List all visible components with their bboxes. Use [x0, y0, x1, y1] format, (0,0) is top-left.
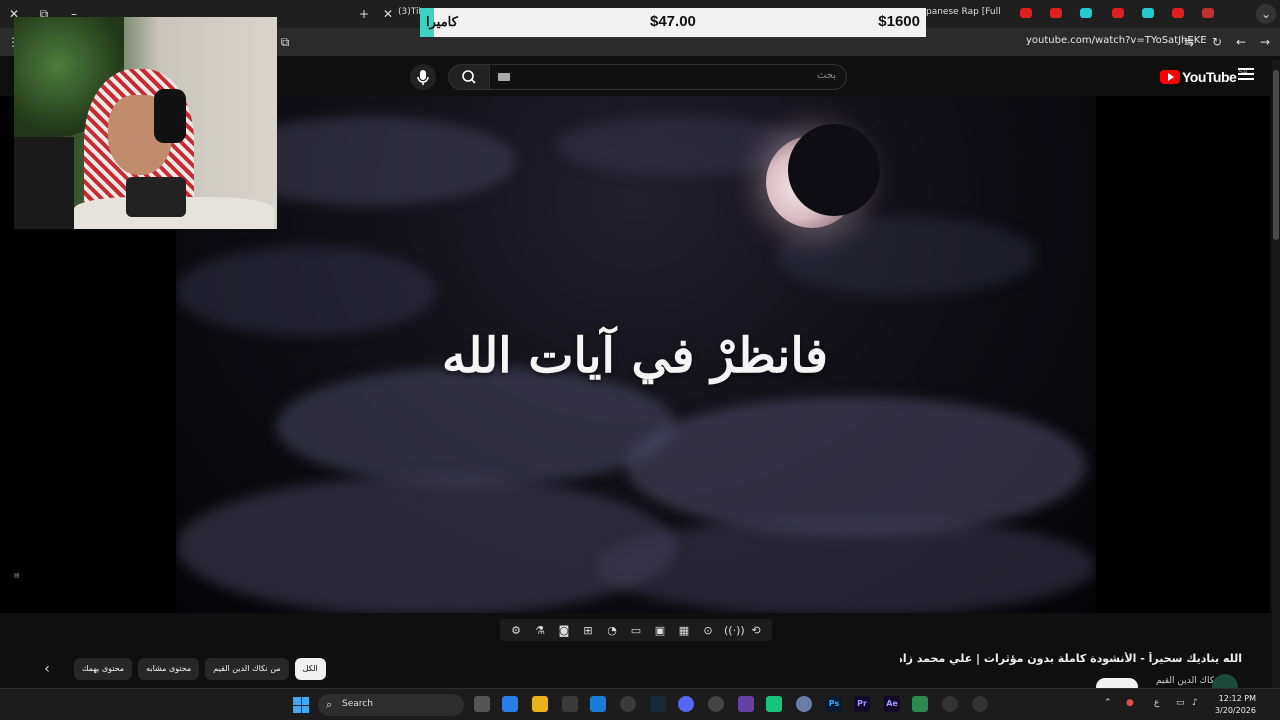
after-effects-icon[interactable]: Ae	[884, 696, 900, 712]
system-clock[interactable]: 12:12 PM 3/20/2026	[1208, 693, 1256, 717]
taskbar-search-label: Search	[342, 699, 373, 709]
webcam-overlay	[14, 17, 277, 229]
windows-start-icon[interactable]	[293, 697, 309, 713]
back-icon[interactable]: ←	[1232, 33, 1250, 51]
video-title: الله يناديك سحيراً - الأنشودة كاملة بدون…	[900, 652, 1242, 665]
youtube-wordmark: YouTube	[1182, 69, 1237, 85]
moon-shadow	[788, 124, 880, 216]
tab-japanese-rap[interactable]: panese Rap [Full	[926, 7, 1010, 17]
steam-icon[interactable]	[650, 696, 666, 712]
search-placeholder: بحث	[816, 70, 836, 81]
settings-icon[interactable]: ⚙	[508, 624, 524, 637]
picture-in-picture-icon[interactable]: ▣	[652, 624, 668, 637]
app-tab-icon[interactable]	[1142, 8, 1154, 18]
mic-tray-icon[interactable]: ●	[1126, 698, 1134, 708]
clock-time: 12:12 PM	[1218, 694, 1256, 703]
add-frame-icon[interactable]: ⊞	[580, 624, 596, 637]
voice-search-button[interactable]	[410, 64, 436, 90]
taskbar-search[interactable]: ⌕ Search	[318, 694, 464, 716]
goal-target-amount: $1600	[878, 13, 920, 30]
clapper-icon[interactable]: ▦	[676, 624, 692, 637]
search-button[interactable]	[448, 64, 490, 90]
file-explorer-icon[interactable]	[532, 696, 548, 712]
chevron-left-icon[interactable]: ‹	[40, 658, 54, 680]
discord-icon[interactable]	[678, 696, 694, 712]
premiere-icon[interactable]: Pr	[854, 696, 870, 712]
record-icon[interactable]: ⊙	[700, 624, 716, 637]
youtube-tab-icon[interactable]	[1112, 8, 1124, 18]
search-icon: ⌕	[326, 698, 333, 711]
app-icon[interactable]	[796, 696, 812, 712]
youtube-tab-icon[interactable]	[1172, 8, 1184, 18]
related-filter-chips: ‹ محتوى يهمك محتوى مشابه من نكاك الدين ا…	[40, 658, 326, 680]
app-tab-icon[interactable]	[1080, 8, 1092, 18]
m365-icon[interactable]	[502, 696, 518, 712]
volume-icon[interactable]: ♪	[1192, 698, 1198, 708]
page-scrollbar[interactable]	[1272, 60, 1280, 688]
search-input[interactable]: بحث	[489, 64, 847, 90]
video-caption: فانظرْ في آيات الله	[442, 328, 828, 384]
tab-search-icon[interactable]: ⌄	[1256, 4, 1276, 24]
input-language[interactable]: ع	[1154, 698, 1159, 708]
camera-icon[interactable]: ◙	[556, 624, 572, 637]
screenshot-icon[interactable]: ⧉	[276, 33, 294, 51]
menu-icon[interactable]	[1238, 68, 1254, 82]
windows-taskbar: ⌕ Search Ps Pr Ae ⌃ ● ع ▭ ♪ 12:12 PM 3/2…	[0, 688, 1280, 720]
chip-all[interactable]: الكل	[294, 658, 326, 680]
broadcast-icon[interactable]: ((·))	[724, 624, 745, 637]
search-icon	[462, 70, 476, 84]
speed-icon[interactable]: ◔	[604, 624, 620, 637]
photoshop-icon[interactable]: Ps	[826, 696, 842, 712]
youtube-play-icon	[1160, 70, 1180, 84]
keyboard-icon[interactable]	[498, 73, 510, 81]
chip-from-channel[interactable]: من نكاك الدين القيم	[205, 658, 289, 680]
channel-watermark: ▤	[14, 572, 20, 579]
youtube-tab-icon[interactable]	[1020, 8, 1032, 18]
reload-icon[interactable]: ↻	[1208, 33, 1226, 51]
network-icon[interactable]: ▭	[1176, 698, 1185, 708]
microsoft-store-icon[interactable]	[562, 696, 578, 712]
clock-date: 3/20/2026	[1214, 706, 1256, 715]
tab-tiktok[interactable]: (3)Tik	[398, 7, 420, 17]
clock-app-icon[interactable]	[942, 696, 958, 712]
game-controller-icon[interactable]	[738, 696, 754, 712]
task-view-icon[interactable]	[474, 696, 490, 712]
microphone-icon	[417, 70, 429, 85]
desk	[14, 137, 74, 229]
tray-chevron-icon[interactable]: ⌃	[1104, 698, 1112, 708]
new-tab-icon[interactable]: +	[354, 4, 374, 24]
settings-icon[interactable]	[972, 696, 988, 712]
pinned-tab-icon[interactable]	[1232, 8, 1244, 18]
obs-icon[interactable]	[708, 696, 724, 712]
chip-similar[interactable]: محتوى مشابه	[138, 658, 200, 680]
forward-icon[interactable]: →	[1256, 33, 1274, 51]
goal-current-amount: $47.00	[650, 13, 696, 30]
loop-icon[interactable]: ⟲	[748, 624, 764, 637]
headset	[154, 89, 186, 143]
close-tab-icon[interactable]: ✕	[378, 4, 398, 24]
mail-icon[interactable]	[590, 696, 606, 712]
flask-icon[interactable]: ⚗	[532, 624, 548, 637]
cinema-mode-icon[interactable]: ▭	[628, 624, 644, 637]
youtube-tab-icon[interactable]	[1050, 8, 1062, 18]
app-icon[interactable]	[912, 696, 928, 712]
site-settings-icon[interactable]: ⇆	[1180, 33, 1198, 51]
stream-goal-bar: كاميرا $47.00 $1600	[420, 8, 926, 37]
player-extension-toolbar: ⚙ ⚗ ◙ ⊞ ◔ ▭ ▣ ▦ ⊙ ((·)) ⟲	[500, 619, 772, 641]
news-tab-icon[interactable]	[1202, 8, 1214, 18]
channel-name[interactable]: نكاك الدين القيم	[1156, 676, 1217, 686]
youtube-logo[interactable]: YouTube SA	[1160, 68, 1248, 86]
chip-recommended[interactable]: محتوى يهمك	[74, 658, 133, 680]
chrome-icon[interactable]	[620, 696, 636, 712]
camera-label: كاميرا	[426, 14, 458, 29]
microphone	[126, 177, 186, 217]
chat-app-icon[interactable]	[766, 696, 782, 712]
